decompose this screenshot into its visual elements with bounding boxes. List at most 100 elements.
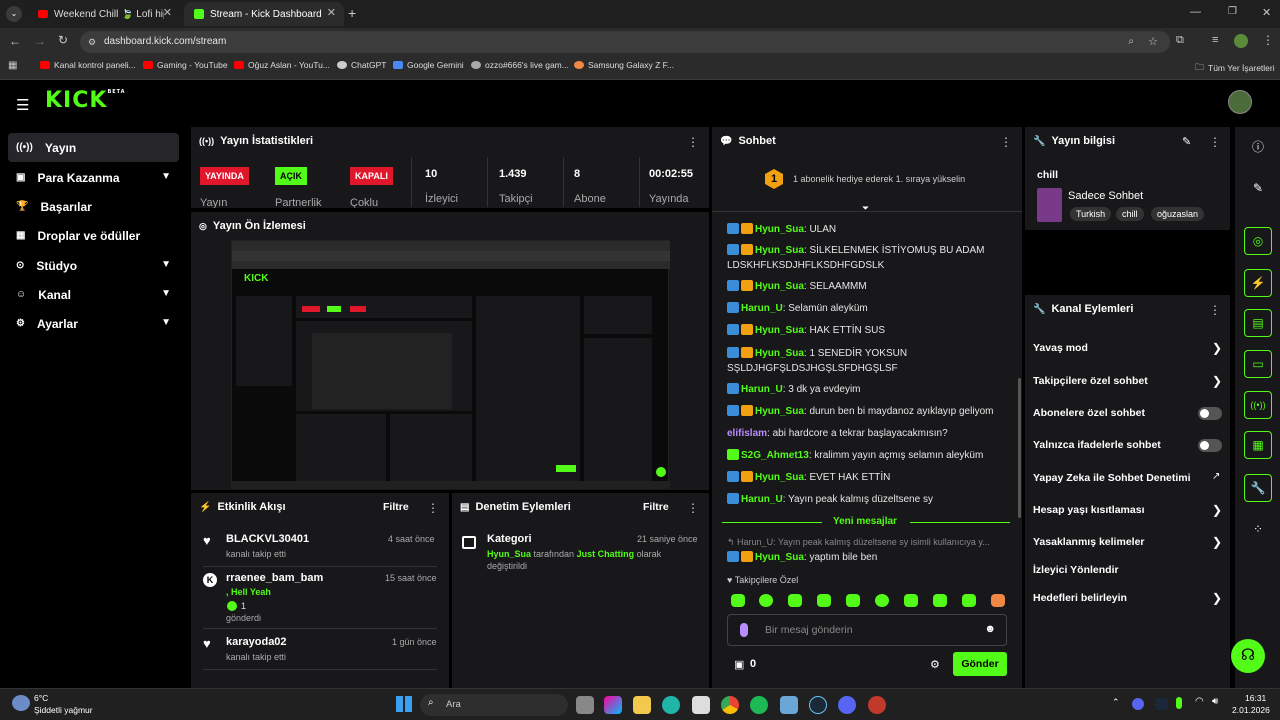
category-name[interactable]: Sadece Sohbet xyxy=(1068,190,1143,202)
new-messages-divider[interactable]: Yeni mesajlar xyxy=(833,516,897,527)
chevron-right-icon[interactable]: ❯ xyxy=(1212,535,1222,549)
steam-icon[interactable] xyxy=(809,696,827,714)
send-button[interactable]: Gönder xyxy=(953,652,1007,676)
emote-icon[interactable] xyxy=(846,594,860,607)
task-view-icon[interactable] xyxy=(576,696,594,714)
chat-scrollbar[interactable] xyxy=(1018,378,1021,518)
broadcast-icon[interactable]: ((•)) xyxy=(1244,391,1272,419)
bookmark-item[interactable]: Oğuz Aslan - YouTu... xyxy=(234,60,330,70)
bookmark-item[interactable]: ChatGPT xyxy=(337,60,386,70)
microphone-icon[interactable] xyxy=(1176,697,1182,709)
wrench-icon[interactable]: 🔧 xyxy=(1244,474,1272,502)
taskbar-search[interactable]: ⌕ Ara xyxy=(420,694,568,716)
sidebar-item-kanal[interactable]: ☺ Kanal ▼ xyxy=(8,280,179,309)
close-tab-icon[interactable]: ✕ xyxy=(163,6,172,19)
sidebar-item-ayarlar[interactable]: ⚙ Ayarlar ▼ xyxy=(8,309,179,338)
kick-logo[interactable]: KICKBETA xyxy=(45,88,126,113)
close-window-icon[interactable]: ✕ xyxy=(1262,6,1271,19)
clock-date[interactable]: 2.01.2026 xyxy=(1232,705,1270,715)
edit-icon[interactable]: ✎ xyxy=(1244,174,1272,202)
tab-kick-dashboard[interactable]: Stream - Kick Dashboard ✕ xyxy=(184,2,344,26)
start-windows-icon[interactable] xyxy=(396,696,412,712)
action-raid[interactable]: İzleyici Yönlendir xyxy=(1033,564,1119,576)
hamburger-menu-icon[interactable]: ☰ xyxy=(16,96,29,114)
emote-icon[interactable] xyxy=(817,594,831,607)
more-options-icon[interactable]: ⋮ xyxy=(687,135,699,149)
more-options-icon[interactable]: ⋮ xyxy=(1209,135,1221,149)
chrome-icon[interactable] xyxy=(721,696,739,714)
bookmark-item[interactable]: ozzo#666's live gam... xyxy=(471,60,569,70)
layout-icon[interactable]: ▦ xyxy=(1244,431,1272,459)
tray-chevron-icon[interactable]: ⌃ xyxy=(1112,697,1120,708)
bookmark-star-icon[interactable]: ☆ xyxy=(1148,31,1158,53)
tag[interactable]: oğuzaslan xyxy=(1151,207,1205,221)
sidebar-item-studyo[interactable]: ⊙ Stüdyo ▼ xyxy=(8,251,179,280)
action-slow-mode[interactable]: Yavaş mod xyxy=(1033,342,1088,354)
tray-discord-icon[interactable] xyxy=(1132,698,1144,710)
bookmark-item[interactable]: Google Gemini xyxy=(393,60,464,70)
action-banned-words[interactable]: Yasaklanmış kelimeler xyxy=(1033,536,1145,548)
more-options-icon[interactable]: ⋮ xyxy=(687,501,699,515)
chevron-right-icon[interactable]: ❯ xyxy=(1212,591,1222,605)
browser-menu-icon[interactable]: ⋮ xyxy=(1262,33,1274,47)
info-icon[interactable]: ⓘ xyxy=(1244,132,1272,160)
filter-button[interactable]: Filtre xyxy=(383,501,409,513)
more-options-icon[interactable]: ⋮ xyxy=(427,501,439,515)
tray-app-icon[interactable] xyxy=(1156,698,1168,710)
file-explorer-icon[interactable] xyxy=(633,696,651,714)
sidebar-item-para-kazanma[interactable]: ▣ Para Kazanma ▼ xyxy=(8,163,179,192)
sidebar-item-droplar[interactable]: ▦ Droplar ve ödüller xyxy=(8,221,179,250)
emote-icon[interactable] xyxy=(731,594,745,607)
edge-icon[interactable] xyxy=(662,696,680,714)
chevron-right-icon[interactable]: ❯ xyxy=(1212,503,1222,517)
activity-user[interactable]: karayoda02 xyxy=(226,636,287,648)
emoji-icon[interactable]: ☻ xyxy=(984,623,996,635)
bookmark-item[interactable]: Kanal kontrol paneli... xyxy=(40,60,136,70)
app-icon[interactable] xyxy=(780,696,798,714)
bookmark-item[interactable]: Samsung Galaxy Z F... xyxy=(574,60,674,70)
tag[interactable]: Turkish xyxy=(1070,207,1112,221)
collapse-pin-icon[interactable]: ⏷ xyxy=(862,203,869,214)
emote-icon[interactable] xyxy=(933,594,947,607)
url-input[interactable]: ⚙ dashboard.kick.com/stream ⌕ ☆ xyxy=(80,31,1170,53)
app-icon[interactable] xyxy=(868,696,886,714)
emote-icon[interactable] xyxy=(875,594,889,607)
emote-icon[interactable] xyxy=(962,594,976,607)
weather-icon[interactable] xyxy=(12,695,30,711)
support-headset-icon[interactable]: ☊ xyxy=(1231,639,1265,673)
minimize-icon[interactable]: — xyxy=(1190,6,1201,18)
action-account-age[interactable]: Hesap yaşı kısıtlaması xyxy=(1033,504,1145,516)
emotes-only-toggle[interactable] xyxy=(1198,439,1222,452)
close-tab-icon[interactable]: ✕ xyxy=(327,6,336,19)
external-link-icon[interactable]: ↗ xyxy=(1212,471,1220,482)
back-icon[interactable]: ← xyxy=(9,34,21,48)
microphone-icon[interactable] xyxy=(740,623,748,637)
preview-icon[interactable]: ◎ xyxy=(1244,227,1272,255)
discord-icon[interactable] xyxy=(838,696,856,714)
pinned-goal-text[interactable]: 1 abonelik hediye ederek 1. sıraya yükse… xyxy=(793,174,965,184)
tag[interactable]: chill xyxy=(1116,207,1144,221)
lightning-icon[interactable]: ⚡ xyxy=(1244,269,1272,297)
apps-grid-icon[interactable]: ▦ xyxy=(8,60,17,71)
chat-settings-icon[interactable]: ⚙ xyxy=(930,658,940,671)
copilot-icon[interactable] xyxy=(604,696,622,714)
all-bookmarks[interactable]: 🗀 Tüm Yer İşaretleri xyxy=(1195,60,1275,76)
moderation-icon[interactable]: ▤ xyxy=(1244,309,1272,337)
user-avatar[interactable] xyxy=(1228,90,1252,114)
action-goals[interactable]: Hedefleri belirleyin xyxy=(1033,592,1127,604)
activity-user[interactable]: rraenee_bam_bam xyxy=(226,572,323,584)
add-widget-icon[interactable]: ⁘ xyxy=(1244,515,1272,543)
spotify-icon[interactable] xyxy=(750,696,768,714)
filter-button[interactable]: Filtre xyxy=(643,501,669,513)
activity-user[interactable]: BLACKVL30401 xyxy=(226,533,309,545)
chat-input[interactable]: Bir mesaj gönderin ☻ xyxy=(727,614,1007,646)
tab-search-button[interactable]: ⌄ xyxy=(6,6,22,22)
clock-time[interactable]: 16:31 xyxy=(1245,693,1266,703)
profile-avatar-icon[interactable] xyxy=(1234,34,1248,48)
forward-icon[interactable]: → xyxy=(34,34,46,48)
action-followers-only[interactable]: Takipçilere özel sohbet xyxy=(1033,375,1148,387)
chat-icon[interactable]: ▭ xyxy=(1244,350,1272,378)
chevron-right-icon[interactable]: ❯ xyxy=(1212,341,1222,355)
tab-youtube[interactable]: Weekend Chill 🍃 Lofi hip h ✕ xyxy=(28,2,180,26)
bookmark-item[interactable]: Gaming - YouTube xyxy=(143,60,228,70)
